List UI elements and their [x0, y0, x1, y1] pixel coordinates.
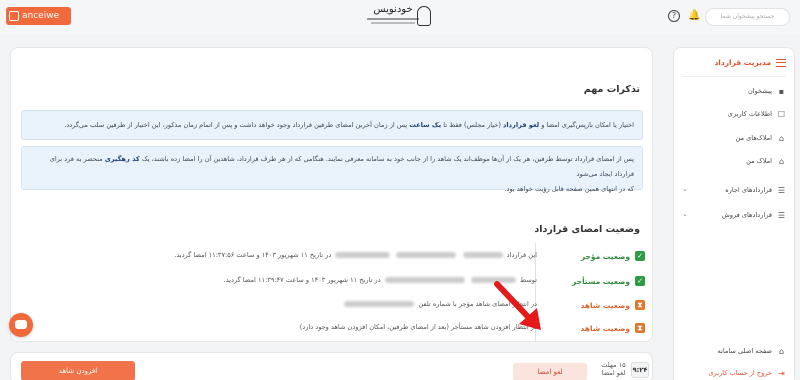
logout-icon: ⇥ — [778, 368, 785, 378]
sidebar-item-my-estates[interactable]: ⌂ املاک‌های من — [682, 130, 786, 146]
note-text: اختیار یا امکان بازپس‌گیری امضا و لغو قر… — [64, 120, 634, 129]
sidebar-item-dashboard[interactable]: ▪ پیشخوان — [682, 83, 786, 99]
sidebar-item-my-properties[interactable]: ⌂ املاک من — [682, 153, 786, 169]
sidebar-item-sale-contracts[interactable]: ☰ قراردادهای فروش ⌄ — [682, 207, 786, 223]
note-text-line1: پس از امضای قرارداد توسط طرفین، هر یک از… — [49, 155, 634, 178]
brand-text: anceiwe — [22, 11, 60, 21]
contract-icon: ☰ — [777, 185, 786, 195]
status-row-landlord: ✓ وضعیت مؤجر این قرارداد در تاریخ ۱۱ شهر… — [21, 246, 645, 266]
notification-bell-icon[interactable]: 🔔 — [688, 10, 700, 22]
home-icon: ⌂ — [778, 156, 785, 166]
hourglass-icon: ⧗ — [635, 300, 645, 310]
status-row-tenant: ✓ وضعیت مستأجر توسط در تاریخ ۱۱ شهریور ۱… — [21, 271, 645, 291]
brand-icon — [9, 11, 19, 21]
chevron-down-icon: ⌄ — [682, 210, 688, 218]
logo-emblem-icon — [417, 6, 431, 26]
redacted-name — [335, 252, 391, 258]
brand-badge: anceiwe — [6, 7, 71, 25]
status-label: ⧗ وضعیت شاهد — [581, 320, 645, 336]
status-label: ⧗ وضعیت شاهد — [581, 297, 645, 313]
add-witness-button[interactable]: افزودن شاهد — [21, 361, 135, 380]
chat-support-icon[interactable] — [9, 313, 33, 337]
cancel-deadline-label: ۱۵ مهلت لغو امضا — [601, 361, 626, 377]
status-text: این قرارداد در تاریخ ۱۱ شهریور ۱۴۰۳ و سا… — [174, 251, 537, 259]
note-box-witness: پس از امضای قرارداد توسط طرفین، هر یک از… — [21, 146, 643, 193]
divider — [682, 76, 786, 77]
profile-icon: ☐ — [777, 109, 786, 119]
sidebar-item-rent-contracts[interactable]: ☰ قراردادهای اجاره ⌄ — [682, 182, 786, 198]
status-label: ✓ وضعیت مؤجر — [581, 248, 645, 264]
logo-subtitle-line — [371, 22, 415, 24]
site-logo[interactable]: خودنویس — [365, 4, 435, 30]
help-icon[interactable]: ? — [668, 10, 680, 22]
redacted-name — [462, 252, 503, 258]
search-input[interactable]: جستجو پیشخوان شما — [705, 8, 790, 26]
check-icon: ✓ — [635, 276, 645, 286]
chevron-down-icon: ⌄ — [682, 185, 688, 193]
redacted-phone — [344, 301, 415, 307]
note-box-cancel: اختیار یا امکان بازپس‌گیری امضا و لغو قر… — [21, 110, 643, 140]
status-row-landlord-witness: ⧗ وضعیت شاهد در انتظار امضای شاهد مؤجر ب… — [21, 295, 645, 315]
menu-icon — [776, 58, 786, 67]
bottom-action-bar: افزودن شاهد لغو امضا ۱۵ مهلت لغو امضا ۹:… — [10, 352, 653, 380]
signature-status-title: وضعیت امضای قرارداد — [534, 224, 640, 235]
check-icon: ✓ — [635, 251, 645, 261]
status-label: ✓ وضعیت مستأجر — [572, 273, 645, 289]
hourglass-icon: ⧗ — [635, 323, 645, 333]
top-header: anceiwe خودنویس ? 🔔 جستجو پیشخوان شما — [0, 0, 800, 34]
redacted-name — [396, 252, 457, 258]
sidebar-title[interactable]: مدیریت قرارداد — [714, 58, 786, 67]
note-text-line2: که در انتهای همین صفحه قابل رؤیت خواهد ب… — [504, 185, 634, 193]
sidebar-item-logout[interactable]: ⇥ خروج از حساب کاربری — [682, 365, 786, 380]
status-row-tenant-witness: ⧗ وضعیت شاهد در انتظار افزودن شاهد مستأج… — [21, 318, 645, 338]
countdown-timer: ۹:۲۴ — [631, 362, 649, 378]
main-card: تذکرات مهم اختیار یا امکان بازپس‌گیری ام… — [10, 47, 653, 342]
home-icon: ⌂ — [778, 346, 785, 356]
logo-text: خودنویس — [373, 4, 413, 15]
cancel-signature-button[interactable]: لغو امضا — [513, 363, 587, 380]
redacted-name — [384, 277, 465, 283]
contract-icon: ☰ — [777, 210, 786, 220]
sidebar-item-main-page[interactable]: ⌂ صفحه اصلی سامانه — [682, 343, 786, 359]
sidebar: مدیریت قرارداد ▪ پیشخوان ☐ اطلاعات کاربر… — [673, 47, 795, 380]
sidebar-item-profile[interactable]: ☐ اطلاعات کاربری — [682, 106, 786, 122]
logo-subtitle-line — [367, 18, 419, 20]
annotation-arrow-icon — [494, 281, 541, 330]
important-notes-title: تذکرات مهم — [583, 84, 640, 95]
dashboard-icon: ▪ — [778, 86, 785, 96]
building-icon: ⌂ — [778, 133, 785, 143]
